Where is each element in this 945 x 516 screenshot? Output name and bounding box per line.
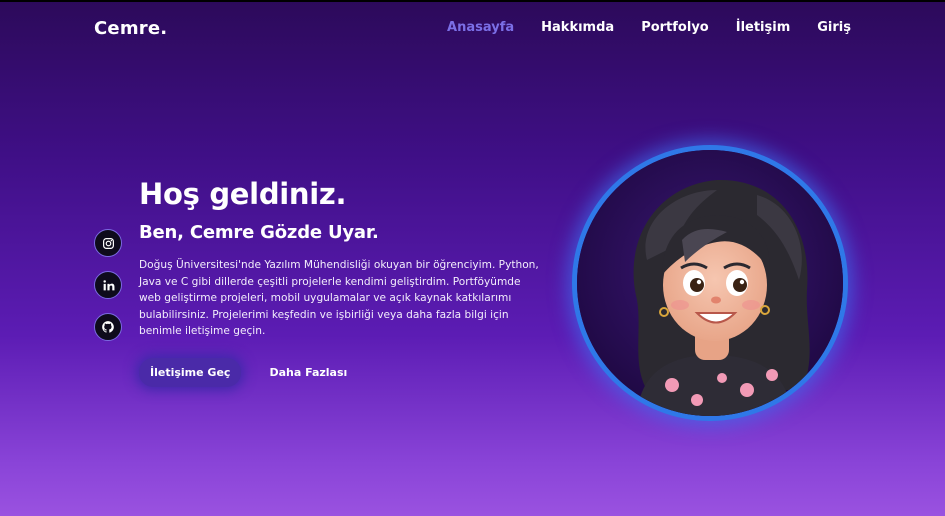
site-logo[interactable]: Cemre. [94,18,167,39]
nav-item-giris[interactable]: Giriş [817,20,851,35]
contact-button[interactable]: İletişime Geç [139,357,242,387]
profile-avatar [572,145,848,421]
nav-item-anasayfa[interactable]: Anasayfa [447,20,514,35]
github-link[interactable] [94,313,122,341]
linkedin-link[interactable] [94,271,122,299]
hero-subtitle: Ben, Cemre Gözde Uyar. [139,222,379,243]
linkedin-icon [102,279,114,290]
bio-line: Doğuş Üniversitesi'nde Yazılım Mühendisl… [139,259,539,271]
bio-line: web geliştirme projeleri, mobil uygulama… [139,292,512,305]
window-top-border [0,0,945,2]
bio-line: bulabilirsiniz. Projelerimi keşfedin ve … [139,308,509,321]
hero-title: Hoş geldiniz. [139,177,347,211]
bio-line: benimle iletişime geçin. [139,325,266,338]
social-links [94,229,122,341]
main-nav: Anasayfa Hakkımda Portfolyo İletişim Gir… [447,20,851,35]
instagram-icon [102,237,114,249]
nav-item-hakkimda[interactable]: Hakkımda [541,20,614,35]
nav-item-iletisim[interactable]: İletişim [736,20,791,35]
hero-bio: Doğuş Üniversitesi'nde Yazılım Mühendisl… [139,257,555,340]
nav-item-portfolyo[interactable]: Portfolyo [641,20,709,35]
bio-line: Java ve C gibi dillerde çeşitli projeler… [139,275,521,288]
github-icon [102,321,114,333]
instagram-link[interactable] [94,229,122,257]
avatar-illustration [577,150,843,416]
hero-buttons: İletişime Geç Daha Fazlası [139,357,559,387]
more-button[interactable]: Daha Fazlası [269,366,347,379]
hero-section: Hoş geldiniz. Ben, Cemre Gözde Uyar. Doğ… [139,176,559,387]
